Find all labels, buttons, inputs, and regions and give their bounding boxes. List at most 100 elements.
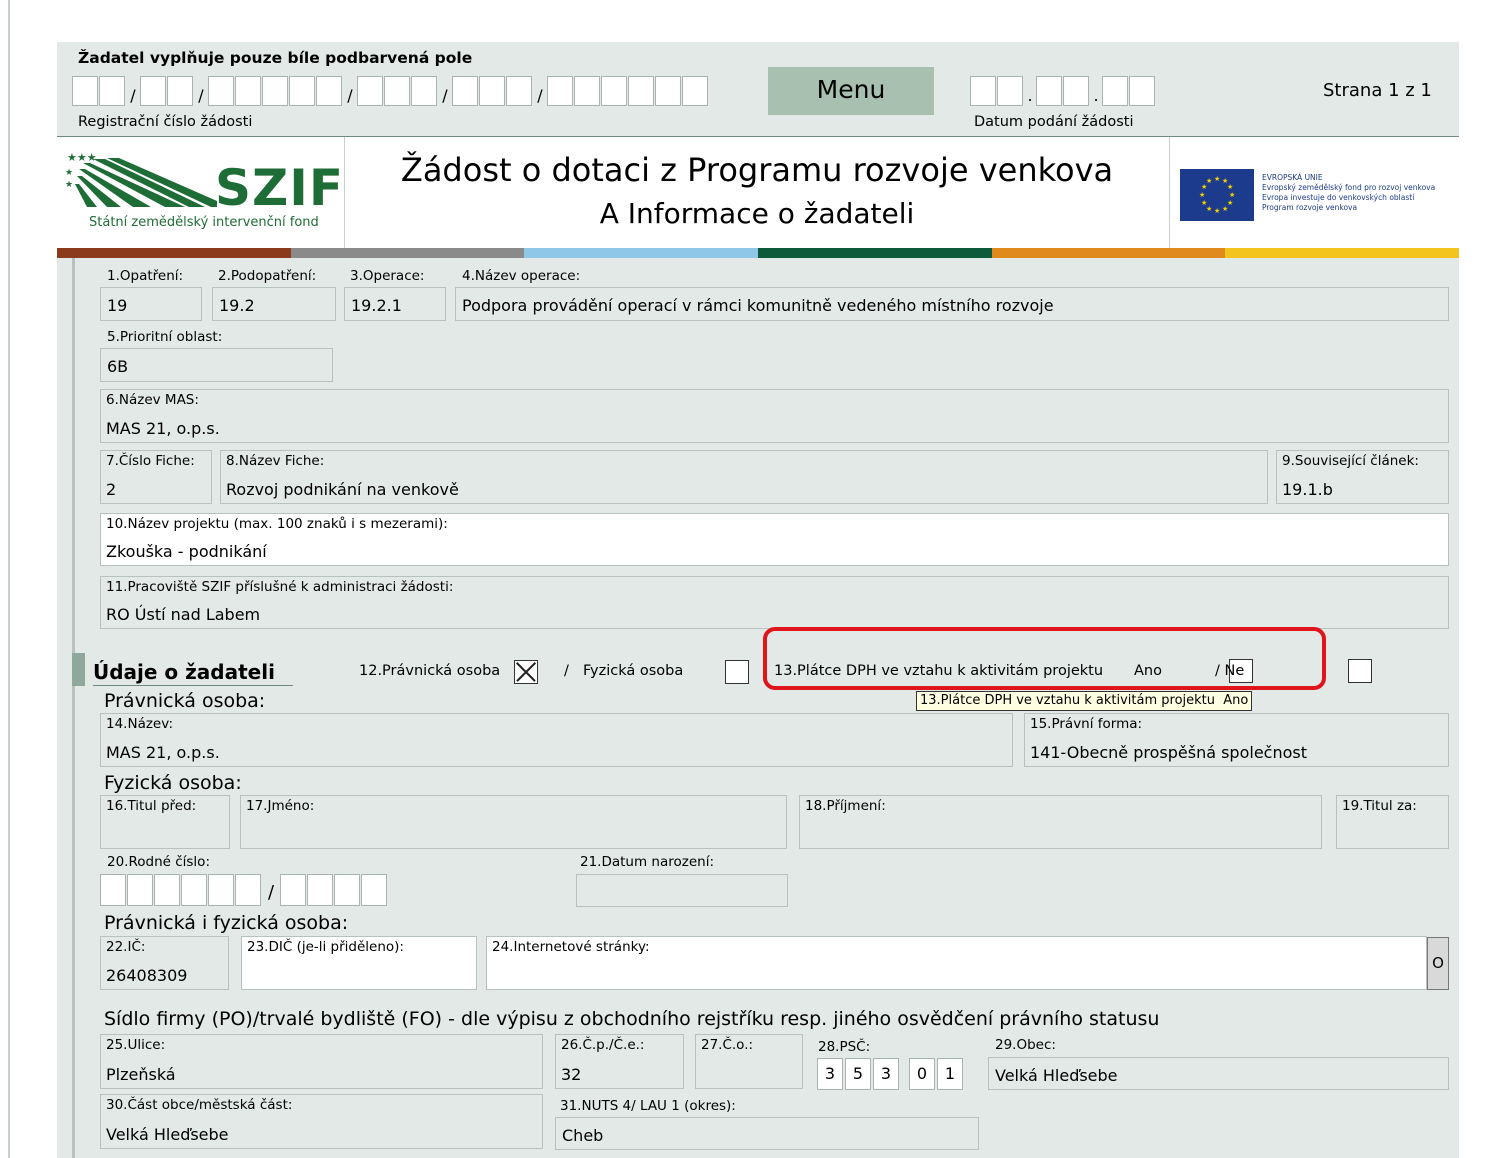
internetove-stranky-field[interactable]: 24.Internetové stránky: [486,936,1427,990]
podopatreni-field[interactable]: 19.2 [212,287,336,321]
rc-cell[interactable] [208,874,234,906]
ulice-value: Plzeňská [106,1065,176,1084]
cast-obce-label: 30.Část obce/městská část: [106,1097,293,1113]
date-cell[interactable] [1036,76,1062,106]
podopatreni-value: 19.2 [219,296,255,315]
reg-cell[interactable] [601,76,627,106]
reg-cell[interactable] [208,76,234,106]
nazev-value: MAS 21, o.p.s. [106,743,220,762]
psc-digit[interactable]: 5 [845,1058,871,1090]
souvisejici-clanek-value: 19.1.b [1282,480,1333,499]
ic-field[interactable]: 22.IČ: 26408309 [100,936,229,990]
reg-cell[interactable] [479,76,505,106]
rc-cell[interactable] [361,874,387,906]
date-cell[interactable] [1102,76,1128,106]
opatreni-value: 19 [107,296,128,315]
nuts-field[interactable]: Cheb [555,1117,979,1150]
pravnicka-osoba-heading: Právnická osoba: [104,690,266,712]
cislo-popisne-field[interactable]: 26.Č.p./Č.e.: 32 [555,1034,684,1089]
reg-cell[interactable] [411,76,437,106]
cast-obce-field[interactable]: 30.Část obce/městská část: Velká Hleďseb… [100,1094,543,1149]
rc-cell[interactable] [127,874,153,906]
menu-button[interactable]: Menu [768,67,934,115]
souvisejici-clanek-label: 9.Související článek: [1282,453,1419,469]
reg-cell[interactable] [357,76,383,106]
pravnicka-osoba-checkbox[interactable] [514,660,538,684]
cislo-popisne-value: 32 [561,1065,582,1084]
registration-number-input[interactable]: / / / / / [72,76,709,106]
cislo-orientacni-field[interactable]: 27.Č.o.: [695,1034,803,1089]
psc-digit[interactable]: 3 [817,1058,843,1090]
reg-separator: / [130,86,136,105]
prijmeni-label: 18.Příjmení: [805,798,886,814]
page-indicator: Strana 1 z 1 [1323,80,1432,101]
reg-cell[interactable] [140,76,166,106]
rc-cell[interactable] [280,874,306,906]
opatreni-field[interactable]: 19 [100,287,202,321]
obec-field[interactable]: Velká Hleďsebe [988,1057,1449,1090]
reg-cell[interactable] [547,76,573,106]
submission-date-input[interactable]: . . [970,76,1156,106]
svg-text:★: ★ [1206,177,1212,185]
prioritni-oblast-field[interactable]: 6B [100,348,333,382]
rc-cell[interactable] [235,874,261,906]
rodne-cislo-label: 20.Rodné číslo: [107,854,210,870]
cislo-fiche-field[interactable]: 7.Číslo Fiche: 2 [100,450,212,504]
reg-cell[interactable] [99,76,125,106]
date-cell[interactable] [970,76,996,106]
pracoviste-szif-field[interactable]: 11.Pracoviště SZIF příslušné k administr… [100,576,1449,629]
reg-cell[interactable] [167,76,193,106]
rc-cell[interactable] [334,874,360,906]
rc-cell[interactable] [154,874,180,906]
reg-cell[interactable] [682,76,708,106]
nazev-mas-field[interactable]: 6.Název MAS: MAS 21, o.p.s. [100,389,1449,443]
titul-za-field[interactable]: 19.Titul za: [1336,795,1449,849]
ulice-field[interactable]: 25.Ulice: Plzeňská [100,1034,543,1089]
rc-cell[interactable] [307,874,333,906]
psc-digit[interactable]: 3 [873,1058,899,1090]
section-heading-underline [93,685,293,686]
rc-cell[interactable] [100,874,126,906]
pravnicka-osoba-label: 12.Právnická osoba [359,663,501,679]
reg-cell[interactable] [262,76,288,106]
psc-digit[interactable]: 1 [937,1058,963,1090]
platce-dph-ne-checkbox[interactable] [1348,659,1373,683]
date-cell[interactable] [1129,76,1155,106]
reg-cell[interactable] [235,76,261,106]
nazev-field[interactable]: 14.Název: MAS 21, o.p.s. [100,713,1013,767]
reg-cell[interactable] [384,76,410,106]
nazev-mas-value: MAS 21, o.p.s. [106,419,220,438]
titul-pred-field[interactable]: 16.Titul před: [100,795,230,849]
souvisejici-clanek-field[interactable]: 9.Související článek: 19.1.b [1276,450,1449,504]
psc-digit[interactable]: 0 [909,1058,935,1090]
pravni-forma-value: 141-Obecně prospěšná společnost [1030,743,1307,762]
open-website-button[interactable]: O [1427,937,1449,990]
reg-cell[interactable] [289,76,315,106]
nazev-fiche-field[interactable]: 8.Název Fiche: Rozvoj podnikání na venko… [220,450,1268,504]
form-subtitle: A Informace o žadateli [599,197,915,230]
reg-cell[interactable] [628,76,654,106]
jmeno-field[interactable]: 17.Jméno: [240,795,787,849]
operace-field[interactable]: 19.2.1 [344,287,446,321]
datum-narozeni-field[interactable] [576,874,788,907]
reg-cell[interactable] [506,76,532,106]
date-separator: . [1027,86,1033,105]
pravni-forma-field[interactable]: 15.Právní forma: 141-Obecně prospěšná sp… [1024,713,1449,767]
reg-cell[interactable] [655,76,681,106]
date-cell[interactable] [997,76,1023,106]
nazev-projektu-field[interactable]: 10.Název projektu (max. 100 znaků i s me… [100,513,1449,566]
rc-cell[interactable] [181,874,207,906]
prijmeni-field[interactable]: 18.Příjmení: [799,795,1322,849]
psc-input[interactable]: 3 5 3 0 1 [817,1058,965,1090]
rodne-cislo-input[interactable]: / [100,874,388,906]
nazev-operace-field[interactable]: Podpora provádění operací v rámci komuni… [455,287,1449,321]
reg-cell[interactable] [452,76,478,106]
reg-cell[interactable] [72,76,98,106]
reg-cell[interactable] [316,76,342,106]
date-cell[interactable] [1063,76,1089,106]
cislo-popisne-label: 26.Č.p./Č.e.: [561,1037,645,1053]
reg-cell[interactable] [574,76,600,106]
dic-field[interactable]: 23.DIČ (je-li přiděleno): [241,936,477,990]
fyzicka-osoba-checkbox[interactable] [725,660,750,684]
obec-label: 29.Obec: [995,1037,1056,1053]
